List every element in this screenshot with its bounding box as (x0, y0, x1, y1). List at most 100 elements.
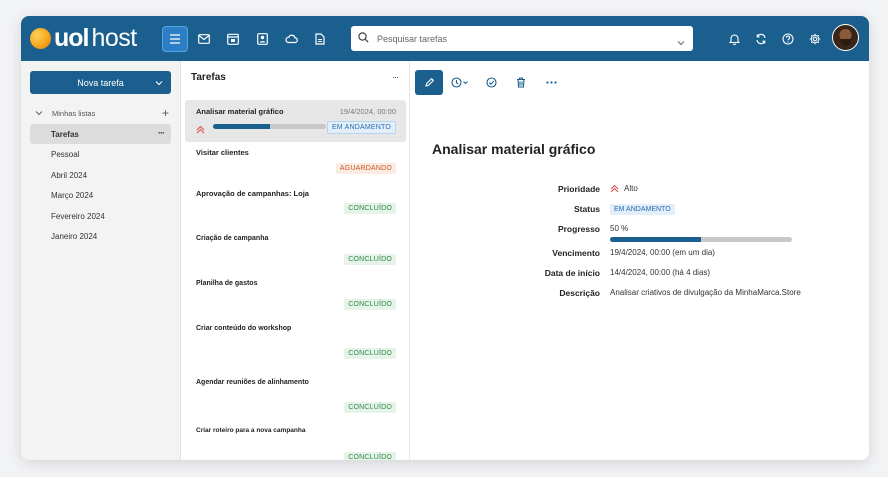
task-item[interactable]: Criar roteiro para a nova campanha CONCL… (185, 425, 406, 460)
chevron-down-icon[interactable] (677, 33, 685, 51)
start-value: 14/4/2024, 00:00 (há 4 dias) (610, 268, 711, 277)
due-value: 19/4/2024, 00:00 (em um dia) (610, 248, 715, 257)
trash-icon[interactable] (507, 70, 535, 95)
more-icon[interactable]: ··· (392, 72, 399, 82)
search-box[interactable] (351, 26, 693, 51)
sidebar-item-label: Fevereiro 2024 (51, 211, 105, 221)
progress-bar (610, 237, 792, 242)
menu-icon[interactable] (162, 26, 188, 52)
priority-high-icon (196, 121, 205, 134)
sidebar-item-abril-2024[interactable]: Abril 2024 (30, 165, 171, 185)
chevron-down-icon[interactable] (155, 78, 163, 88)
detail-toolbar (415, 70, 567, 95)
app-switcher (162, 26, 336, 52)
sidebar-item-pessoal[interactable]: Pessoal (30, 145, 171, 165)
sidebar-item-janeiro-2024[interactable]: Janeiro 2024 (30, 227, 171, 247)
priority-row: Prioridade Alto (460, 182, 860, 198)
due-label: Vencimento (552, 248, 600, 258)
task-item[interactable]: Aprovação de campanhas: Loja CONCLUÍDO (185, 182, 406, 228)
task-item[interactable]: Criar conteúdo do workshop CONCLUÍDO (185, 323, 406, 375)
sidebar-item-label: Janeiro 2024 (51, 232, 98, 242)
add-list-icon[interactable]: + (162, 106, 169, 120)
task-title: Criação de campanha (196, 235, 269, 242)
progress-fill (610, 237, 701, 242)
status-badge: CONCLUÍDO (344, 402, 396, 413)
task-title: Planilha de gastos (196, 280, 258, 287)
task-title: Analisar material gráfico (196, 107, 284, 116)
check-circle-icon[interactable] (477, 70, 505, 95)
priority-text: Alto (624, 184, 638, 193)
new-task-button[interactable]: Nova tarefa (30, 71, 171, 94)
cloud-icon[interactable] (278, 26, 304, 52)
status-badge: CONCLUÍDO (344, 203, 396, 214)
task-item[interactable]: Criação de campanha CONCLUÍDO (185, 228, 406, 274)
logo-uol-text: uol (54, 23, 89, 52)
list-items: Tarefas ··· Pessoal Abril 2024 Março 202… (30, 124, 171, 248)
task-detail-panel: Analisar material gráfico Prioridade Alt… (410, 61, 869, 460)
logo-host-text: host (91, 23, 138, 52)
chevron-down-icon[interactable] (35, 109, 43, 118)
app-window: uol host Pesquisar tarefas Nova tarefa M… (21, 16, 869, 460)
calendar-icon[interactable] (220, 26, 246, 52)
start-label: Data de início (544, 268, 600, 278)
due-row: Vencimento 19/4/2024, 00:00 (em um dia) (460, 246, 860, 262)
sidebar-item-label: Pessoal (51, 150, 80, 160)
task-list-panel: Tarefas ··· Analisar material gráfico 19… (181, 61, 410, 460)
status-badge: EM ANDAMENTO (610, 204, 675, 215)
my-lists-label: Minhas listas (52, 109, 96, 118)
task-title: Criar roteiro para a nova campanha (196, 427, 306, 434)
progress-value: 50 % (610, 224, 629, 233)
task-item[interactable]: Planilha de gastos CONCLUÍDO (185, 273, 406, 319)
sidebar-item-label: Março 2024 (51, 191, 94, 201)
status-badge: CONCLUÍDO (344, 254, 396, 265)
priority-high-icon (610, 184, 619, 193)
description-value: Analisar criativos de divulgação da Minh… (610, 288, 801, 297)
priority-label: Prioridade (557, 184, 600, 194)
my-lists-header[interactable]: Minhas listas + (35, 106, 169, 120)
status-badge: EM ANDAMENTO (326, 121, 396, 134)
status-row: Status EM ANDAMENTO (460, 202, 860, 218)
task-progress-fill (213, 124, 270, 129)
clock-icon[interactable] (445, 70, 475, 95)
uolhost-logo[interactable]: uol host (30, 23, 138, 52)
task-title: Criar conteúdo do workshop (196, 325, 292, 332)
logo-ball-icon (30, 27, 51, 49)
help-icon[interactable] (777, 28, 799, 50)
new-task-label: Nova tarefa (77, 77, 124, 88)
task-title: Aprovação de campanhas: Loja (196, 189, 309, 198)
mail-icon[interactable] (191, 26, 217, 52)
task-item[interactable]: Analisar material gráfico 19/4/2024, 00:… (185, 100, 406, 142)
sidebar-item-marco-2024[interactable]: Março 2024 (30, 186, 171, 206)
bell-icon[interactable] (723, 28, 745, 50)
contacts-icon[interactable] (249, 26, 275, 52)
more-icon[interactable] (537, 70, 565, 95)
avatar[interactable] (832, 24, 859, 51)
status-value: EM ANDAMENTO (610, 204, 675, 215)
header-actions (723, 28, 831, 50)
search-input[interactable] (377, 33, 667, 44)
sync-icon[interactable] (750, 28, 772, 50)
priority-value: Alto (610, 184, 638, 193)
more-icon[interactable]: ··· (158, 128, 165, 138)
task-date: 19/4/2024, 00:00 (339, 107, 396, 116)
task-list-title: Tarefas (191, 72, 226, 83)
status-badge: CONCLUÍDO (344, 299, 396, 310)
description-row: Descrição Analisar criativos de divulgaç… (460, 286, 860, 302)
task-item[interactable]: Agendar reuniões de alinhamento CONCLUÍD… (185, 376, 406, 428)
top-bar: uol host (21, 16, 869, 61)
start-row: Data de início 14/4/2024, 00:00 (há 4 di… (460, 266, 860, 282)
description-label: Descrição (559, 288, 600, 298)
task-title: Agendar reuniões de alinhamento (196, 379, 309, 386)
task-title: Visitar clientes (196, 148, 249, 157)
search-icon (358, 30, 369, 48)
status-badge: CONCLUÍDO (344, 348, 396, 359)
edit-icon[interactable] (415, 70, 443, 95)
document-icon[interactable] (307, 26, 333, 52)
status-badge: CONCLUÍDO (344, 452, 396, 460)
sidebar-item-tarefas[interactable]: Tarefas ··· (30, 124, 171, 144)
sidebar-item-label: Tarefas (51, 129, 79, 139)
task-progress-bar (213, 124, 326, 129)
settings-icon[interactable] (804, 28, 826, 50)
status-badge: AGUARDANDO (335, 163, 396, 174)
sidebar-item-fevereiro-2024[interactable]: Fevereiro 2024 (30, 206, 171, 226)
